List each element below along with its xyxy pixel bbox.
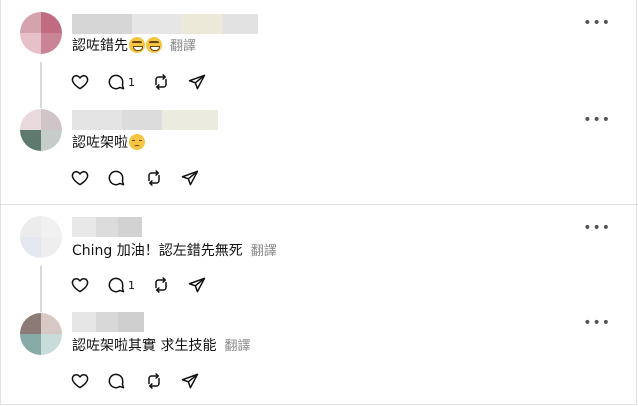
reply-count: 1 <box>128 278 135 292</box>
grinning-emoji <box>146 37 162 53</box>
share-button[interactable] <box>180 167 200 189</box>
username-redacted[interactable] <box>72 312 144 332</box>
avatar-tile <box>41 216 62 237</box>
comment-body: 認咗架啦 <box>72 135 128 151</box>
comment-item: ••• 認咗架啦 <box>0 100 638 204</box>
avatar-tile <box>41 109 62 130</box>
share-button[interactable] <box>187 274 207 296</box>
avatar-tile <box>41 33 62 54</box>
send-icon <box>187 72 207 92</box>
avatar-tile <box>20 216 41 237</box>
username-redacted[interactable] <box>72 217 142 237</box>
avatar-tile <box>20 237 41 258</box>
repost-icon <box>144 371 164 391</box>
like-button[interactable] <box>70 167 90 189</box>
like-button[interactable] <box>70 274 90 296</box>
grinning-emoji <box>129 37 145 53</box>
pensive-emoji <box>129 134 145 150</box>
heart-icon <box>70 168 90 188</box>
more-options-icon[interactable]: ••• <box>583 16 611 30</box>
avatar-tile <box>20 130 41 151</box>
reply-button[interactable] <box>106 370 128 392</box>
avatar-tile <box>41 12 62 33</box>
repost-button[interactable] <box>144 167 164 189</box>
like-button[interactable] <box>70 71 90 93</box>
comment-text: 認咗錯先 翻譯 <box>72 36 196 57</box>
avatar-tile <box>41 313 62 334</box>
comment-item: ••• 認咗架啦其實 求生技能 翻譯 <box>0 308 638 406</box>
reply-button[interactable]: 1 <box>106 71 135 93</box>
avatar-tile <box>20 33 41 54</box>
heart-icon <box>70 275 90 295</box>
translate-link[interactable]: 翻譯 <box>224 339 250 354</box>
action-bar: 1 <box>70 71 223 93</box>
avatar[interactable] <box>20 12 62 54</box>
reply-count: 1 <box>128 75 135 89</box>
reply-button[interactable]: 1 <box>106 274 135 296</box>
username-redacted[interactable] <box>72 110 218 130</box>
repost-icon <box>144 168 164 188</box>
send-icon <box>187 275 207 295</box>
comment-text: 認咗架啦 <box>72 133 145 153</box>
action-bar: 1 <box>70 274 223 296</box>
comment-body: 認咗錯先 <box>72 38 128 54</box>
username-redacted[interactable] <box>72 14 258 34</box>
avatar-tile <box>20 334 41 355</box>
heart-icon <box>70 371 90 391</box>
comment-bubble-icon <box>106 72 126 92</box>
avatar[interactable] <box>20 109 62 151</box>
comment-item: ••• Ching 加油！認左錯先無死 翻譯 1 <box>0 205 638 308</box>
translate-link[interactable]: 翻譯 <box>251 244 277 259</box>
comment-text: Ching 加油！認左錯先無死 翻譯 <box>72 241 277 262</box>
action-bar <box>70 167 216 189</box>
comment-text: 認咗架啦其實 求生技能 翻譯 <box>72 336 250 357</box>
avatar-tile <box>41 130 62 151</box>
repost-button[interactable] <box>144 370 164 392</box>
more-options-icon[interactable]: ••• <box>583 221 611 235</box>
comment-body: 認咗架啦其實 求生技能 <box>72 338 217 354</box>
comment-bubble-icon <box>106 275 126 295</box>
comment-item: ••• 認咗錯先 翻譯 1 <box>0 0 638 100</box>
comment-bubble-icon <box>106 168 126 188</box>
heart-icon <box>70 72 90 92</box>
avatar-tile <box>41 334 62 355</box>
like-button[interactable] <box>70 370 90 392</box>
avatar-tile <box>20 313 41 334</box>
share-button[interactable] <box>187 71 207 93</box>
avatar[interactable] <box>20 216 62 258</box>
action-bar <box>70 370 216 392</box>
translate-link[interactable]: 翻譯 <box>170 39 196 54</box>
repost-icon <box>151 275 171 295</box>
reply-button[interactable] <box>106 167 128 189</box>
avatar-tile <box>20 12 41 33</box>
repost-button[interactable] <box>151 71 171 93</box>
share-button[interactable] <box>180 370 200 392</box>
send-icon <box>180 168 200 188</box>
more-options-icon[interactable]: ••• <box>583 316 611 330</box>
comment-bubble-icon <box>106 371 126 391</box>
comment-body: Ching 加油！認左錯先無死 <box>72 243 243 259</box>
repost-icon <box>151 72 171 92</box>
avatar-tile <box>41 237 62 258</box>
send-icon <box>180 371 200 391</box>
avatar-tile <box>20 109 41 130</box>
more-options-icon[interactable]: ••• <box>583 113 611 127</box>
repost-button[interactable] <box>151 274 171 296</box>
avatar[interactable] <box>20 313 62 355</box>
